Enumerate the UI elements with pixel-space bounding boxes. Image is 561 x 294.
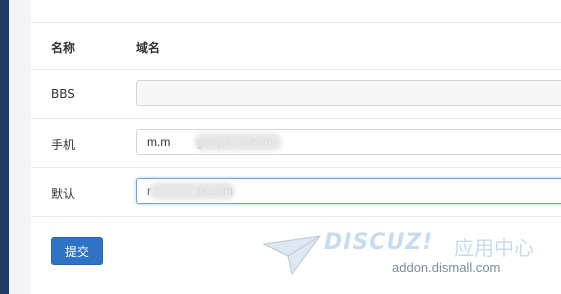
sidebar-strip xyxy=(0,0,9,294)
submit-button[interactable]: 提交 xyxy=(51,237,103,265)
column-header-domain: 域名 xyxy=(136,41,161,55)
row-label-bbs: BBS xyxy=(51,87,75,101)
watermark-cn: 应用中心 xyxy=(454,236,534,260)
bbs-domain-input[interactable] xyxy=(136,80,561,106)
row-label-default: 默认 xyxy=(51,187,76,201)
paper-plane-icon xyxy=(262,235,322,276)
watermark-brand: DISCUZ! xyxy=(324,230,434,255)
discuz-watermark: DISCUZ! 应用中心 addon.dismall.com xyxy=(262,228,552,288)
table-row: BBS xyxy=(31,70,561,119)
column-header-name: 名称 xyxy=(51,41,76,55)
redaction-blur xyxy=(149,182,235,200)
row-label-mobile: 手机 xyxy=(51,138,76,152)
watermark-url: addon.dismall.com xyxy=(392,260,501,275)
redaction-blur xyxy=(194,133,282,151)
table-row: 默认 xyxy=(31,168,561,217)
table-header: 名称 域名 xyxy=(31,23,561,70)
table-row: 手机 xyxy=(31,119,561,168)
